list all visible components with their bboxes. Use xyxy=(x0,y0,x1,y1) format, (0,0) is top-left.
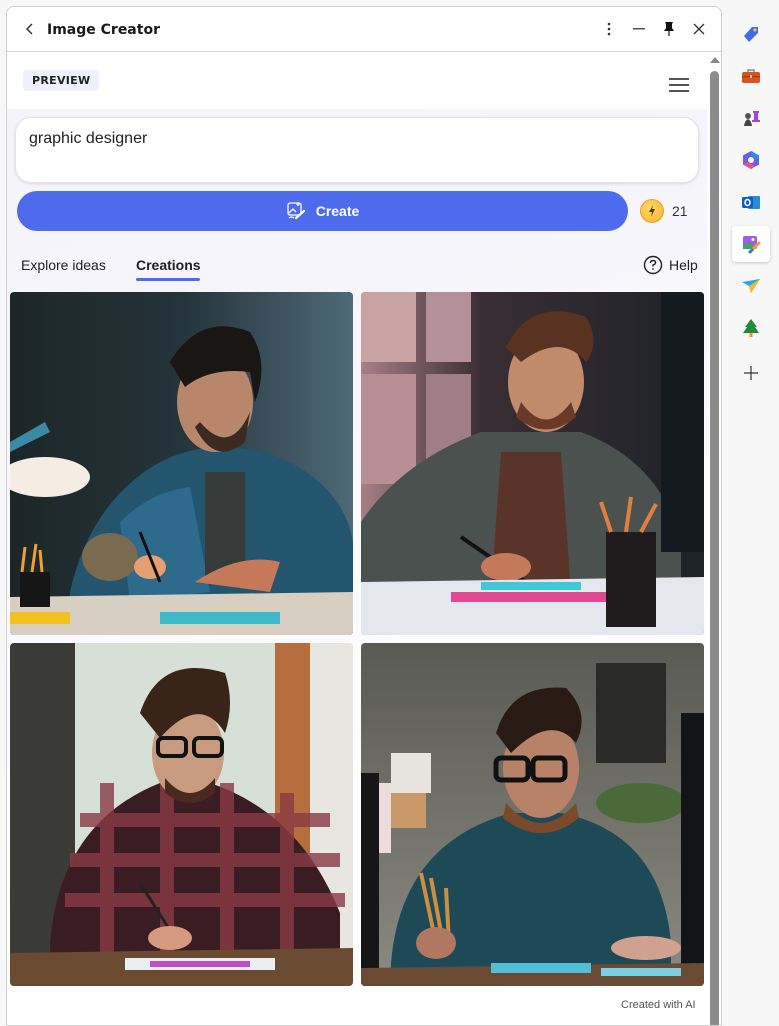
lightning-icon xyxy=(649,205,655,217)
title-bar: Image Creator xyxy=(7,7,721,52)
scrollbar[interactable] xyxy=(709,53,721,1025)
preview-badge: PREVIEW xyxy=(23,70,100,91)
hamburger-icon-line xyxy=(669,78,689,80)
image-3-illustration xyxy=(10,643,353,986)
sidebar-item-image-creator[interactable] xyxy=(732,226,770,262)
help-button[interactable]: Help xyxy=(643,255,698,275)
sidebar-item-shopping[interactable] xyxy=(732,16,770,52)
active-tab-indicator xyxy=(136,278,200,281)
back-button[interactable] xyxy=(21,19,39,39)
image-create-icon xyxy=(287,202,305,220)
send-plane-icon xyxy=(742,279,760,293)
boost-counter: 21 xyxy=(640,199,688,223)
window-title: Image Creator xyxy=(47,22,160,38)
creation-image-1[interactable] xyxy=(10,292,353,635)
creation-image-4[interactable] xyxy=(361,643,704,986)
minimize-icon xyxy=(633,28,645,30)
chevron-left-icon xyxy=(25,23,33,35)
create-button-label: Create xyxy=(315,203,360,219)
hamburger-icon-line xyxy=(669,90,689,92)
minimize-button[interactable] xyxy=(629,19,649,39)
close-icon xyxy=(693,23,705,35)
creation-image-3[interactable] xyxy=(10,643,353,986)
tab-explore-ideas[interactable]: Explore ideas xyxy=(21,257,106,273)
tag-icon xyxy=(744,27,758,42)
scroll-thumb[interactable] xyxy=(710,71,719,1025)
chess-icon xyxy=(744,111,760,126)
outlook-icon xyxy=(742,196,760,209)
header: PREVIEW xyxy=(7,53,707,109)
sidebar-add-button[interactable] xyxy=(732,355,770,391)
more-options-button[interactable] xyxy=(599,19,619,39)
image-2-illustration xyxy=(361,292,704,635)
sidebar-item-microsoft-365[interactable] xyxy=(732,142,770,178)
more-vertical-icon xyxy=(607,22,611,36)
scroll-up-arrow-icon[interactable] xyxy=(710,57,720,63)
plus-icon xyxy=(744,366,758,380)
creation-image-2[interactable] xyxy=(361,292,704,635)
tab-creations[interactable]: Creations xyxy=(136,257,201,273)
created-with-ai-note: Created with AI xyxy=(621,999,696,1011)
microsoft-365-icon xyxy=(743,151,759,169)
boost-count: 21 xyxy=(672,203,688,219)
sidebar-item-tools[interactable] xyxy=(732,58,770,94)
main-content: PREVIEW graphic designer Create 21 Explo… xyxy=(7,53,707,1025)
tree-icon xyxy=(743,319,759,337)
create-button[interactable]: Create xyxy=(17,191,628,231)
image-creator-window: Image Creator PREVIEW graphic designer C… xyxy=(6,6,722,1026)
pin-icon xyxy=(664,22,674,36)
sidebar-item-tree[interactable] xyxy=(732,310,770,346)
close-button[interactable] xyxy=(689,19,709,39)
sidebar-item-games[interactable] xyxy=(732,100,770,136)
image-creator-icon xyxy=(743,236,761,254)
sidebar-item-outlook[interactable] xyxy=(732,184,770,220)
help-label: Help xyxy=(669,257,698,273)
help-icon xyxy=(643,255,663,275)
prompt-input[interactable]: graphic designer xyxy=(15,117,699,183)
toolbox-icon xyxy=(742,69,760,83)
image-4-illustration xyxy=(361,643,704,986)
hamburger-icon-line xyxy=(669,84,689,86)
menu-button[interactable] xyxy=(669,78,691,94)
boost-icon xyxy=(640,199,664,223)
image-1-illustration xyxy=(10,292,353,635)
edge-sidebar xyxy=(727,0,779,1017)
sidebar-item-drop[interactable] xyxy=(732,268,770,304)
pin-button[interactable] xyxy=(659,19,679,39)
